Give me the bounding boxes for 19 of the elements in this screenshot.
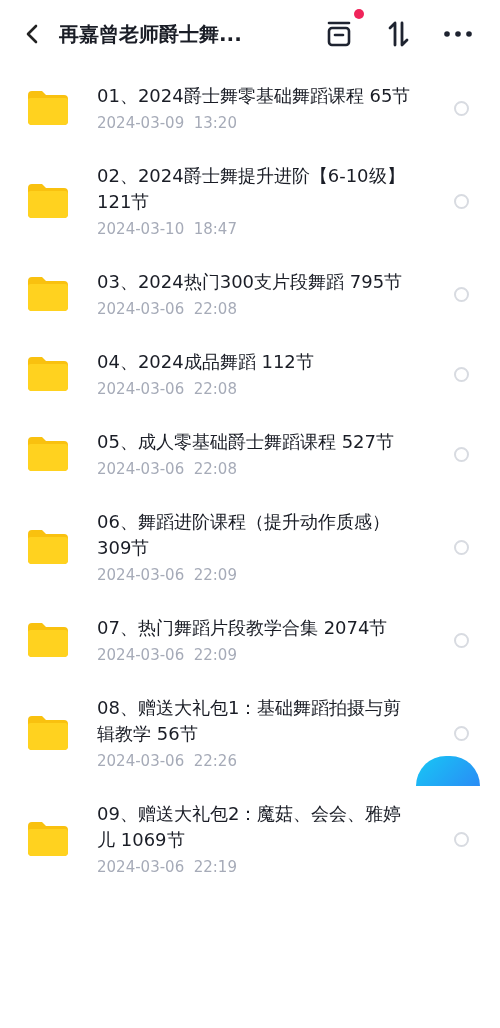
folder-date: 2024-03-09 13:20 <box>97 113 238 133</box>
folder-name[interactable]: 03、2024热门300支片段舞蹈 795节 <box>97 269 417 295</box>
folder-date: 2024-03-06 22:09 <box>97 645 238 665</box>
page-title: 再嘉曾老师爵士舞... <box>59 20 243 48</box>
folder-date: 2024-03-06 22:08 <box>97 459 238 479</box>
folder-name[interactable]: 05、成人零基础爵士舞蹈课程 527节 <box>97 429 417 455</box>
folder-name[interactable]: 09、赠送大礼包2：魔菇、会会、雅婷儿 1069节 <box>97 801 417 853</box>
folder-date: 2024-03-06 22:08 <box>97 379 238 399</box>
folder-name[interactable]: 02、2024爵士舞提升进阶【6-10级】121节 <box>97 163 417 215</box>
folder-name[interactable]: 04、2024成品舞蹈 112节 <box>97 349 417 375</box>
folder-date: 2024-03-06 22:09 <box>97 565 238 585</box>
folder-date: 2024-03-06 22:19 <box>97 857 238 877</box>
folder-name[interactable]: 07、热门舞蹈片段教学合集 2074节 <box>97 615 417 641</box>
folder-date: 2024-03-06 22:08 <box>97 299 238 319</box>
folder-name[interactable]: 01、2024爵士舞零基础舞蹈课程 65节 <box>97 83 417 109</box>
folder-date: 2024-03-06 22:26 <box>97 751 238 771</box>
folder-name[interactable]: 08、赠送大礼包1：基础舞蹈拍摄与剪辑教学 56节 <box>97 695 417 747</box>
folder-name[interactable]: 06、舞蹈进阶课程（提升动作质感）309节 <box>97 509 417 561</box>
folder-date: 2024-03-10 18:47 <box>97 219 238 239</box>
